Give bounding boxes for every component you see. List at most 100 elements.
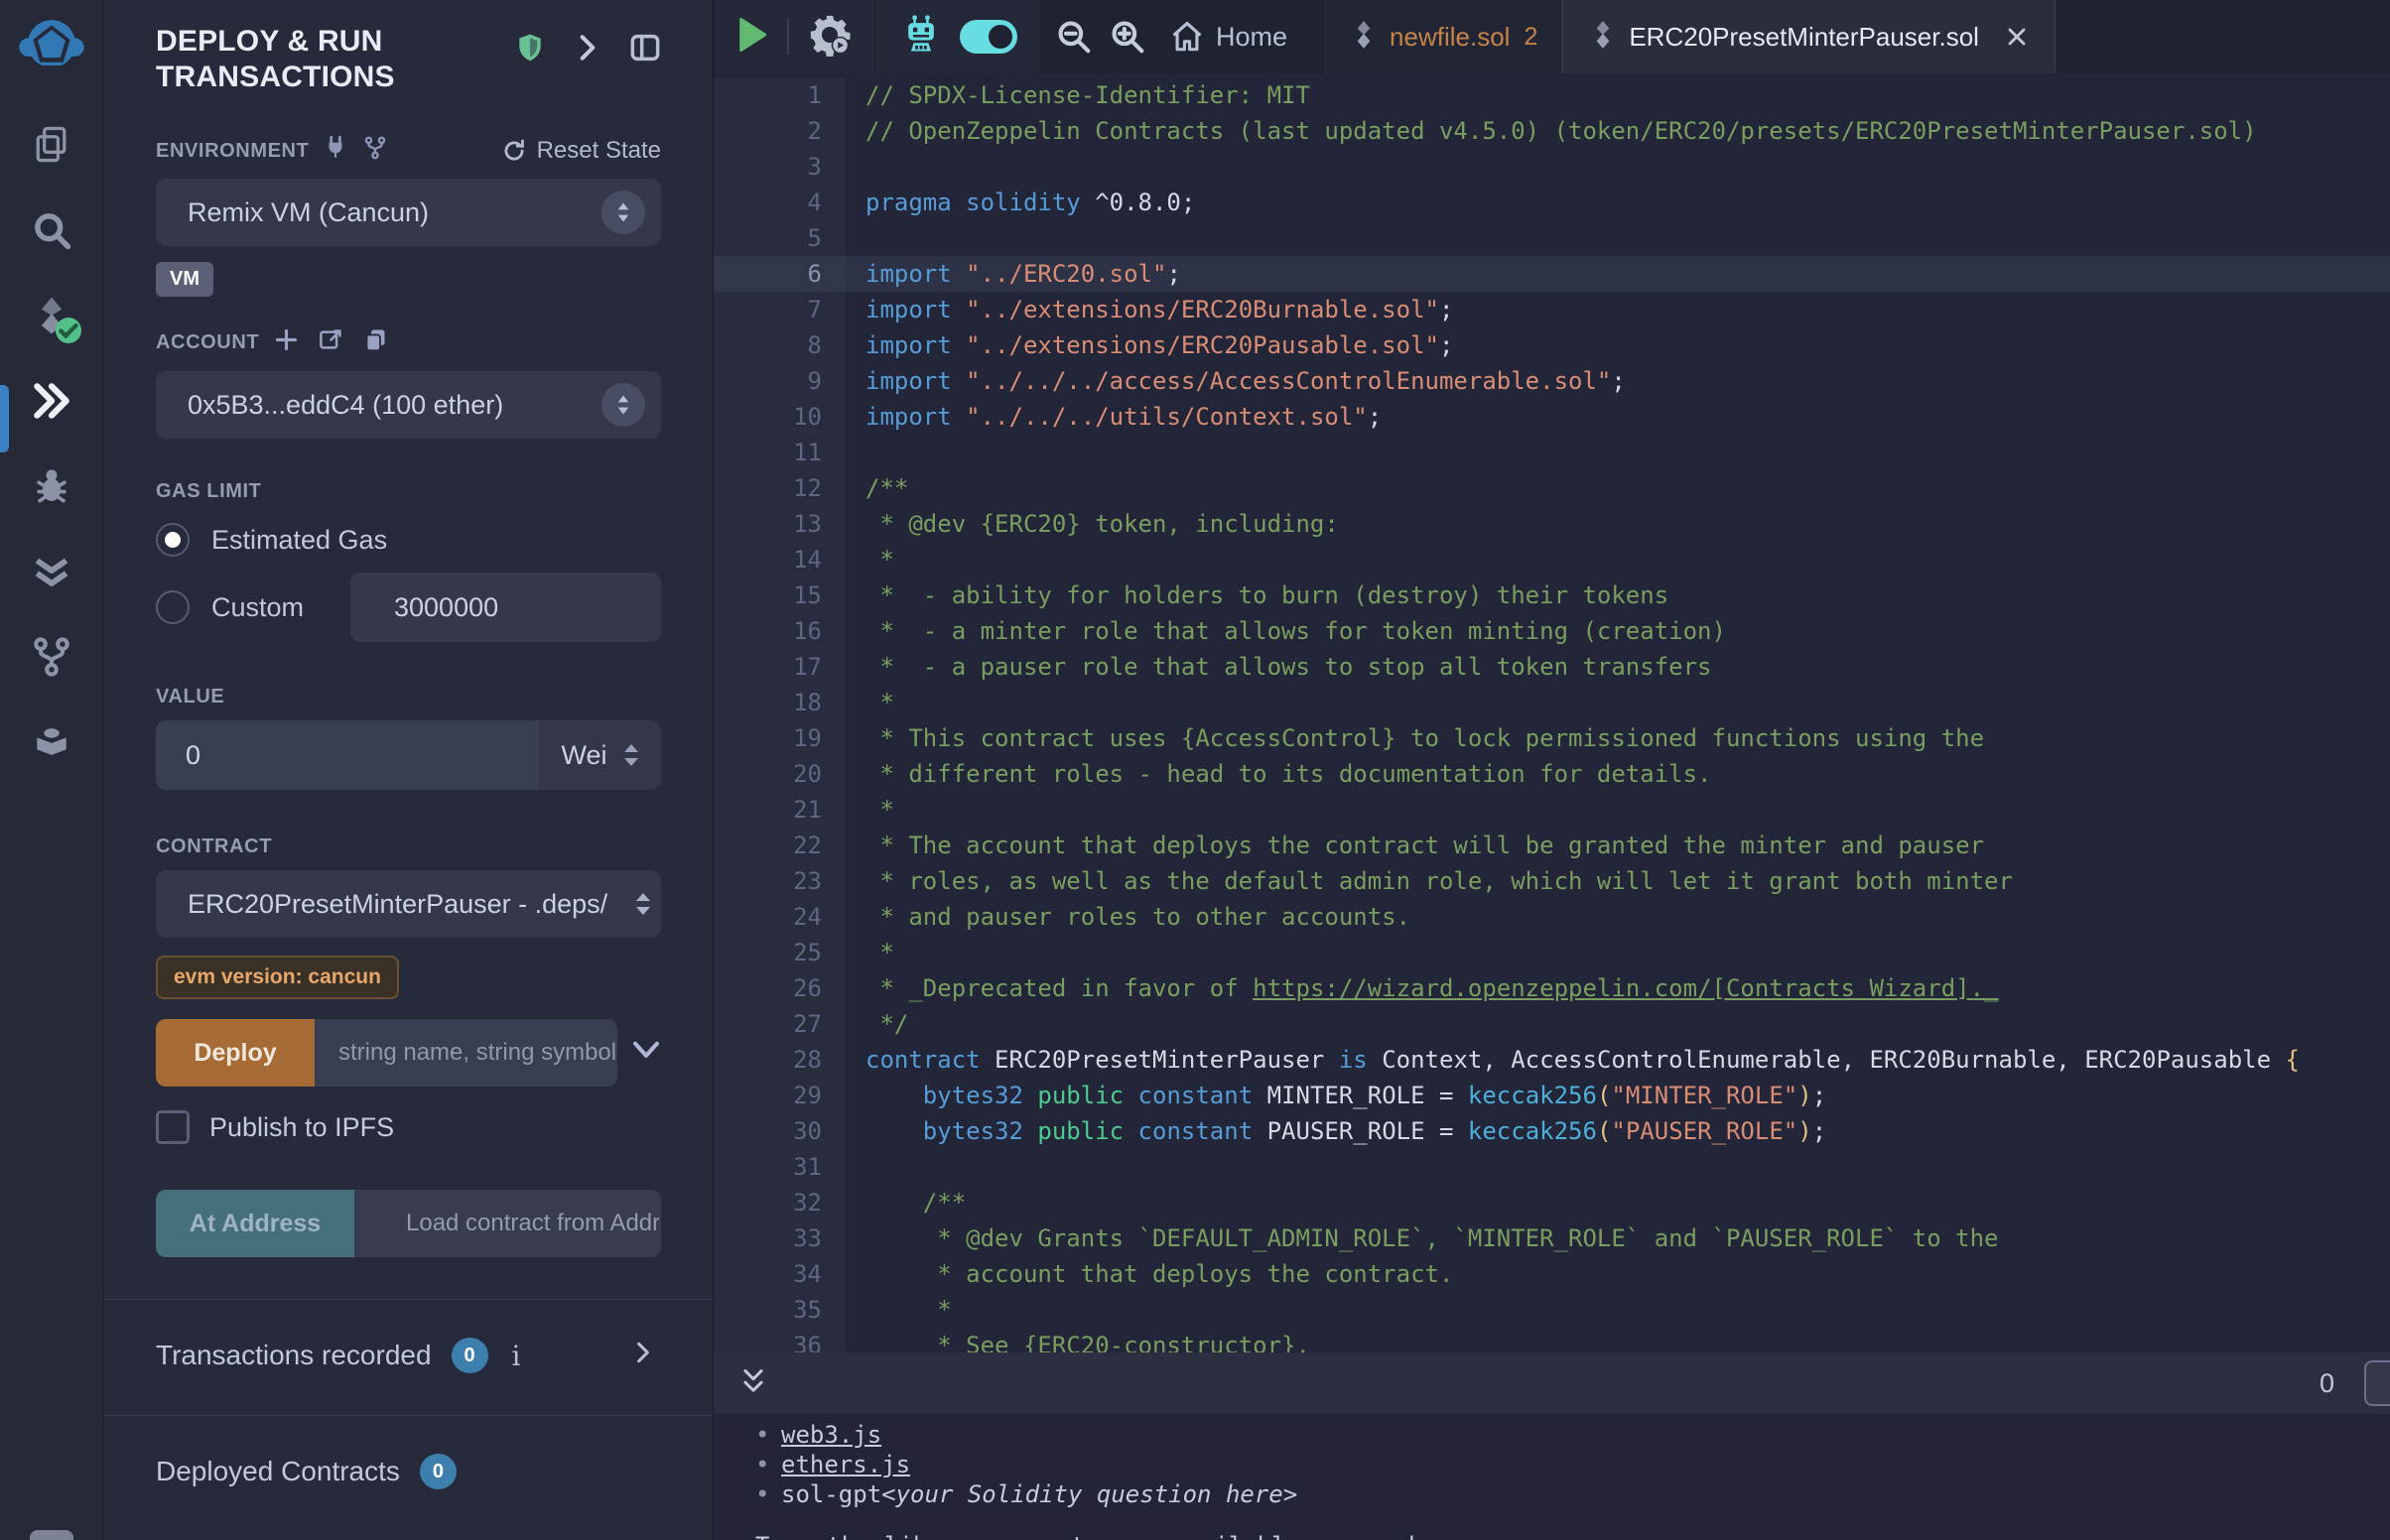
custom-gas-input[interactable]	[350, 573, 661, 642]
solidity-file-icon	[1589, 20, 1617, 55]
deploy-and-run-icon[interactable]	[28, 377, 75, 425]
terminal-output: •web3.js•ethers.js•sol-gpt <your Solidit…	[714, 1414, 2390, 1540]
code-line[interactable]: 25 *	[714, 935, 2390, 970]
code-line[interactable]: 19 * This contract uses {AccessControl} …	[714, 720, 2390, 756]
code-line[interactable]: 35 *	[714, 1292, 2390, 1328]
value-unit-select[interactable]: Wei	[539, 720, 661, 790]
collapse-terminal-icon[interactable]	[739, 1366, 767, 1401]
contract-select[interactable]: ERC20PresetMinterPauser - .deps/	[156, 870, 661, 938]
zoom-out-icon[interactable]	[1055, 0, 1093, 73]
value-label: VALUE	[156, 686, 224, 708]
terminal-item[interactable]: •web3.js	[755, 1420, 2390, 1450]
account-select-arrows[interactable]	[601, 383, 645, 427]
code-line[interactable]: 20 * different roles - head to its docum…	[714, 756, 2390, 792]
terminal-search-input[interactable]	[2364, 1360, 2390, 1406]
ai-copilot-toggle[interactable]	[960, 20, 1017, 54]
code-line[interactable]: 13 * @dev {ERC20} token, including:	[714, 506, 2390, 542]
code-line[interactable]: 6import "../ERC20.sol";	[714, 256, 2390, 292]
editor-area: Home newfile.sol 2 ERC20PresetMinterPaus…	[714, 0, 2390, 1540]
code-line[interactable]: 18 *	[714, 685, 2390, 720]
sign-message-icon[interactable]	[318, 326, 344, 359]
code-line[interactable]: 28contract ERC20PresetMinterPauser is Co…	[714, 1042, 2390, 1078]
code-line[interactable]: 27 */	[714, 1006, 2390, 1042]
code-line[interactable]: 23 * roles, as well as the default admin…	[714, 863, 2390, 899]
publish-ipfs-checkbox[interactable]	[156, 1110, 190, 1144]
chevron-right-icon[interactable]	[572, 32, 603, 68]
deployed-contracts-row: Deployed Contracts 0	[156, 1454, 661, 1489]
line-number: 30	[714, 1113, 846, 1149]
code-line[interactable]: 24 * and pauser roles to other accounts.	[714, 899, 2390, 935]
code-line[interactable]: 16 * - a minter role that allows for tok…	[714, 613, 2390, 649]
run-script-play-icon[interactable]	[735, 16, 769, 59]
code-line[interactable]: 9import "../../../access/AccessControlEn…	[714, 363, 2390, 399]
transactions-recorded-row[interactable]: Transactions recorded 0 i	[156, 1338, 661, 1373]
at-address-input[interactable]	[354, 1190, 661, 1257]
info-icon[interactable]: i	[512, 1340, 521, 1372]
deploy-button[interactable]: Deploy	[156, 1019, 315, 1087]
script-config-gear-icon[interactable]	[807, 12, 853, 63]
tab-newfile[interactable]: newfile.sol 2	[1325, 0, 1562, 73]
home-tab[interactable]: Home	[1170, 0, 1287, 73]
git-icon[interactable]	[28, 633, 75, 681]
ai-copilot-robot-icon[interactable]	[898, 13, 944, 62]
unit-testing-icon[interactable]	[28, 548, 75, 595]
code-line[interactable]: 29 bytes32 public constant MINTER_ROLE =…	[714, 1078, 2390, 1113]
custom-gas-radio[interactable]	[156, 590, 190, 624]
code-line[interactable]: 30 bytes32 public constant PAUSER_ROLE =…	[714, 1113, 2390, 1149]
copy-account-icon[interactable]	[362, 326, 389, 359]
plug-icon[interactable]	[323, 135, 348, 167]
reset-state-button[interactable]: Reset State	[501, 137, 661, 165]
terminal-item[interactable]: •ethers.js	[755, 1450, 2390, 1479]
deploy-expand-chevron-icon[interactable]	[631, 1040, 661, 1067]
line-number: 26	[714, 970, 846, 1006]
zoom-in-icon[interactable]	[1109, 0, 1146, 73]
line-number: 23	[714, 863, 846, 899]
expand-transactions-chevron-icon[interactable]	[635, 1340, 651, 1372]
account-select[interactable]: 0x5B3...eddC4 (100 ether)	[156, 371, 661, 439]
pin-panel-icon[interactable]	[629, 32, 661, 68]
code-line[interactable]: 2// OpenZeppelin Contracts (last updated…	[714, 113, 2390, 149]
code-line[interactable]: 17 * - a pauser role that allows to stop…	[714, 649, 2390, 685]
code-line[interactable]: 14 *	[714, 542, 2390, 578]
code-line[interactable]: 11	[714, 435, 2390, 470]
code-line[interactable]: 31	[714, 1149, 2390, 1185]
vm-badge: VM	[156, 262, 213, 297]
estimated-gas-radio[interactable]	[156, 523, 190, 557]
add-account-icon[interactable]	[273, 326, 300, 359]
code-line[interactable]: 5	[714, 220, 2390, 256]
code-editor[interactable]: 1// SPDX-License-Identifier: MIT2// Open…	[714, 73, 2390, 1352]
code-line[interactable]: 36 * See {ERC20-constructor}.	[714, 1328, 2390, 1352]
code-line[interactable]: 4pragma solidity ^0.8.0;	[714, 185, 2390, 220]
remix-logo-icon[interactable]	[17, 12, 86, 81]
contract-select-arrows[interactable]	[635, 892, 651, 916]
code-line[interactable]: 21 *	[714, 792, 2390, 828]
code-line[interactable]: 22 * The account that deploys the contra…	[714, 828, 2390, 863]
at-address-button[interactable]: At Address	[156, 1190, 354, 1257]
code-line[interactable]: 1// SPDX-License-Identifier: MIT	[714, 77, 2390, 113]
code-line[interactable]: 3	[714, 149, 2390, 185]
solidity-compiler-icon[interactable]	[28, 292, 75, 339]
deploy-params-input[interactable]	[315, 1019, 617, 1087]
code-line[interactable]: 32 /**	[714, 1185, 2390, 1220]
code-line[interactable]: 33 * @dev Grants `DEFAULT_ADMIN_ROLE`, `…	[714, 1220, 2390, 1256]
debugger-icon[interactable]	[28, 462, 75, 510]
search-icon[interactable]	[28, 206, 75, 254]
code-line[interactable]: 15 * - ability for holders to burn (dest…	[714, 578, 2390, 613]
close-tab-icon[interactable]	[2005, 25, 2029, 49]
file-explorer-icon[interactable]	[28, 121, 75, 169]
plugin-manager-icon[interactable]	[28, 718, 75, 766]
environment-select-arrows[interactable]	[601, 191, 645, 234]
code-line[interactable]: 7import "../extensions/ERC20Burnable.sol…	[714, 292, 2390, 327]
code-line[interactable]: 12/**	[714, 470, 2390, 506]
shield-icon[interactable]	[514, 32, 546, 68]
code-line[interactable]: 8import "../extensions/ERC20Pausable.sol…	[714, 327, 2390, 363]
code-line[interactable]: 26 * _Deprecated in favor of https://wiz…	[714, 970, 2390, 1006]
environment-select[interactable]: Remix VM (Cancun)	[156, 179, 661, 246]
code-line[interactable]: 10import "../../../utils/Context.sol";	[714, 399, 2390, 435]
value-input[interactable]	[156, 720, 539, 790]
tab-erc20presetminterpauser[interactable]: ERC20PresetMinterPauser.sol	[1562, 0, 2056, 73]
fork-state-icon[interactable]	[362, 135, 388, 167]
value-unit-arrows[interactable]	[623, 743, 639, 767]
settings-icon[interactable]	[30, 1530, 73, 1540]
code-line[interactable]: 34 * account that deploys the contract.	[714, 1256, 2390, 1292]
